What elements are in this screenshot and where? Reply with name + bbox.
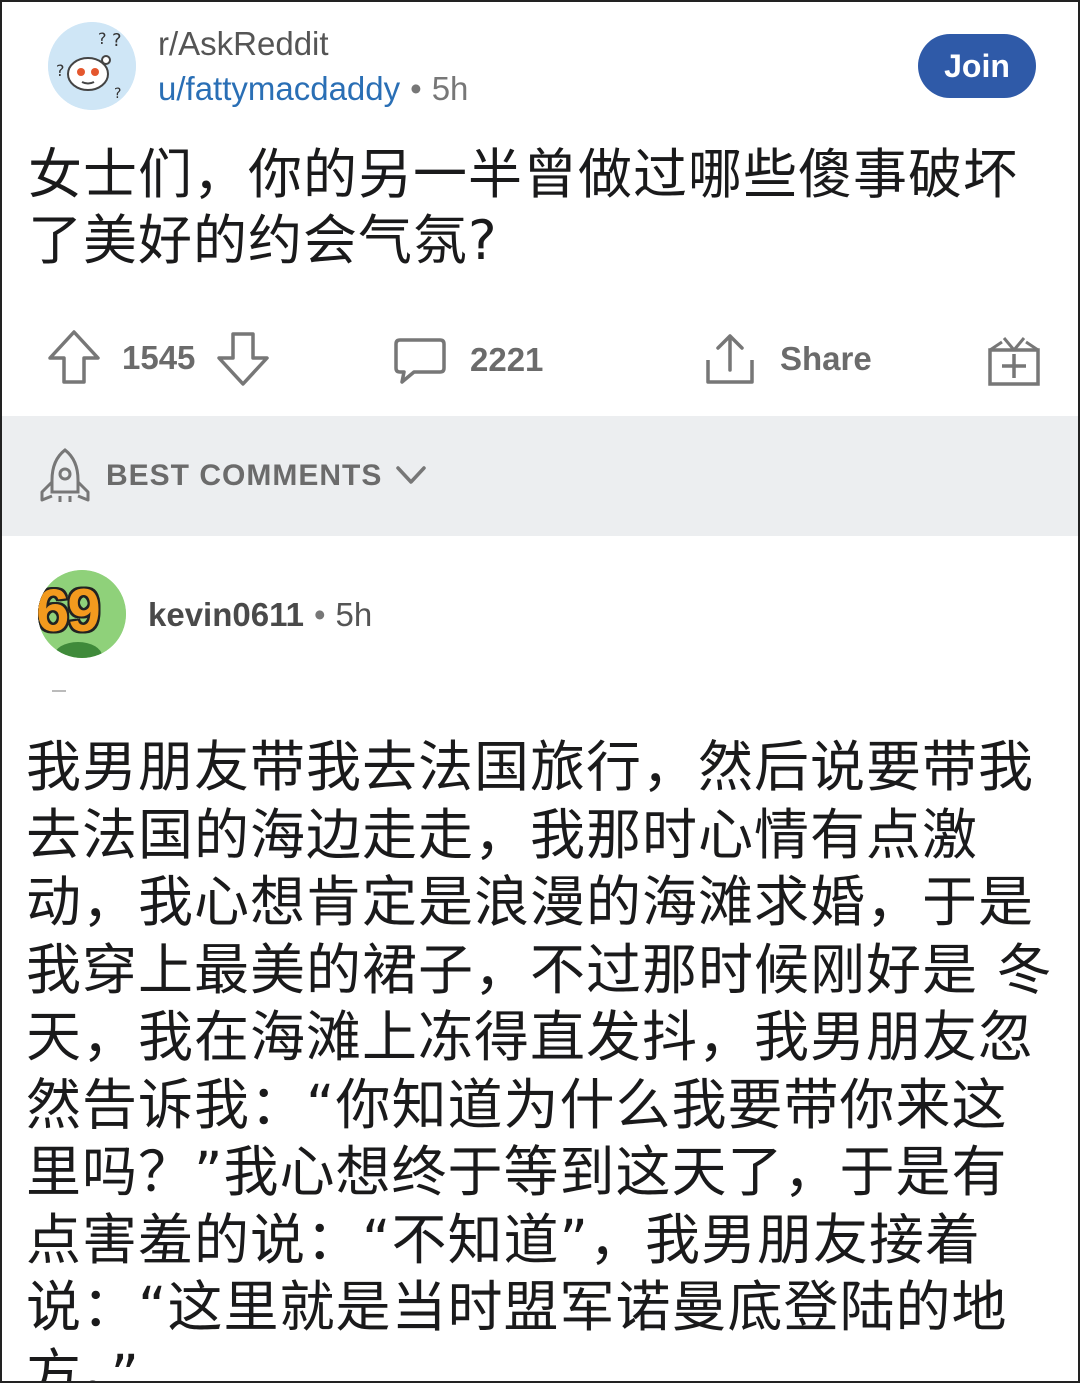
vote-count: 1545 xyxy=(122,339,196,376)
post-author[interactable]: u/fattymacdaddy xyxy=(158,70,400,107)
svg-text:?: ? xyxy=(56,61,65,80)
rocket-icon xyxy=(38,446,92,506)
snoo-confused-icon: ? ? ? ? xyxy=(48,22,136,110)
comment-author[interactable]: kevin0611 xyxy=(148,596,304,633)
divider xyxy=(52,690,66,692)
downvote-icon[interactable] xyxy=(215,328,271,388)
chevron-down-icon xyxy=(394,464,428,488)
upvote-icon[interactable] xyxy=(46,328,102,388)
avatar-number: 69 xyxy=(38,577,101,644)
post-meta: u/fattymacdaddy • 5h xyxy=(158,69,468,109)
vote-group: 1545 xyxy=(46,328,271,388)
post-title: 女士们，你的另一半曾做过哪些傻事破坏了美好的约会气氛? xyxy=(28,143,1018,272)
award-button[interactable] xyxy=(986,332,1042,388)
meta-separator: • xyxy=(410,70,422,107)
share-button[interactable]: Share xyxy=(702,330,872,388)
comments-button[interactable]: 2221 xyxy=(392,332,543,388)
post-age: 5h xyxy=(431,70,469,107)
comment-count: 2221 xyxy=(470,341,544,378)
subreddit-avatar[interactable]: ? ? ? ? xyxy=(48,22,136,110)
svg-text:?: ? xyxy=(98,29,107,48)
meta-separator: • xyxy=(313,596,326,633)
sort-selector[interactable]: BEST COMMENTS xyxy=(38,446,428,506)
comment-meta: kevin0611 • 5h xyxy=(148,595,372,635)
post-header: ? ? ? ? r/AskReddit u/fattymacdaddy • 5h J… xyxy=(2,2,1078,132)
comment-body: 我男朋友带我去法国旅行，然后说要带我去法国的海边走走，我那时心情有点激动，我心想… xyxy=(26,735,1053,1383)
sort-bar: BEST COMMENTS xyxy=(2,416,1078,536)
share-icon xyxy=(702,330,758,388)
subreddit-name[interactable]: r/AskReddit xyxy=(158,24,329,64)
join-button[interactable]: Join xyxy=(918,34,1036,98)
share-label: Share xyxy=(780,340,872,377)
post-action-bar: 1545 2221 Share xyxy=(2,322,1078,402)
comment-age: 5h xyxy=(335,596,373,633)
app-frame: ? ? ? ? r/AskReddit u/fattymacdaddy • 5h J… xyxy=(0,0,1080,1383)
sort-label: BEST COMMENTS xyxy=(106,459,383,492)
commenter-avatar[interactable]: 69 xyxy=(38,570,126,658)
comment-icon xyxy=(392,332,448,388)
svg-text:?: ? xyxy=(112,30,122,51)
award-icon xyxy=(986,332,1042,388)
svg-text:?: ? xyxy=(114,86,121,102)
